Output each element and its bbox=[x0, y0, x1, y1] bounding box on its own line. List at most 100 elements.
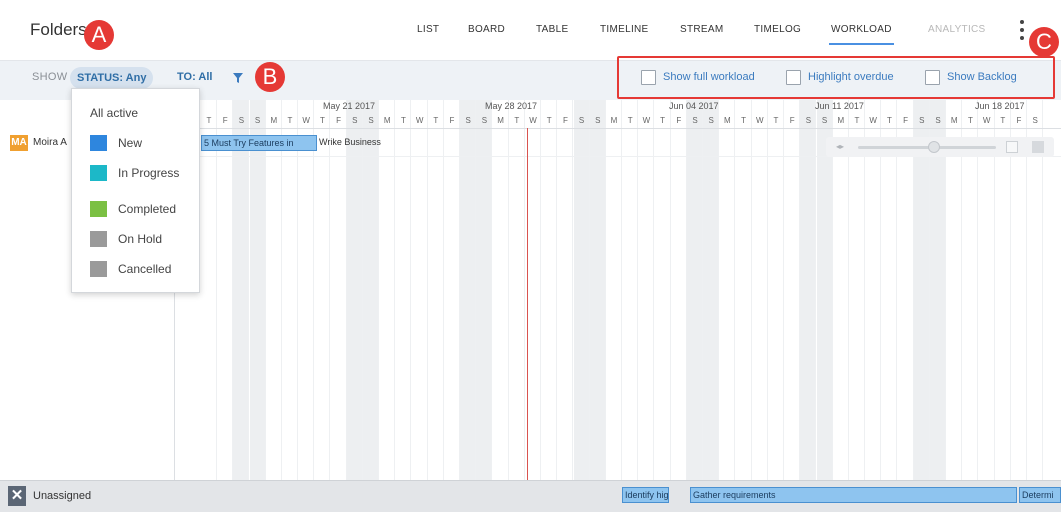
task-bar[interactable]: Determi bbox=[1019, 487, 1061, 503]
day-label: F bbox=[676, 116, 682, 125]
task-bar[interactable]: Identify high... bbox=[622, 487, 669, 503]
day-label: W bbox=[302, 116, 310, 125]
tab-table[interactable]: TABLE bbox=[536, 24, 568, 35]
checkbox-box[interactable] bbox=[786, 70, 801, 85]
day-column bbox=[412, 100, 428, 480]
callout-c: C bbox=[1029, 27, 1059, 57]
day-column bbox=[719, 100, 736, 480]
status-option-completed[interactable]: Completed bbox=[72, 199, 200, 221]
day-label: F bbox=[562, 116, 568, 125]
assignee-name[interactable]: Moira A bbox=[33, 137, 67, 148]
day-column bbox=[800, 100, 817, 480]
day-column bbox=[346, 100, 363, 480]
tab-list[interactable]: LIST bbox=[417, 24, 439, 35]
fit-view-button[interactable] bbox=[1006, 141, 1018, 153]
show-full-workload-checkbox[interactable]: Show full workload bbox=[641, 70, 801, 86]
zoom-control: ◂▸ bbox=[826, 137, 1054, 157]
close-x-icon[interactable]: ✕ bbox=[8, 486, 26, 506]
status-option-cancelled[interactable]: Cancelled bbox=[72, 259, 200, 281]
status-option-on-hold[interactable]: On Hold bbox=[72, 229, 200, 251]
tab-workload[interactable]: WORKLOAD bbox=[829, 24, 894, 45]
status-color-swatch bbox=[90, 135, 107, 151]
status-dropdown: All active New In Progress Completed On … bbox=[71, 88, 200, 293]
day-label: S bbox=[238, 116, 245, 125]
task-bar[interactable]: Gather requirements bbox=[690, 487, 1017, 503]
day-label: M bbox=[837, 116, 845, 125]
day-column bbox=[816, 100, 833, 480]
status-option-new[interactable]: New bbox=[72, 133, 200, 155]
day-column bbox=[331, 100, 347, 480]
task-title-overflow: Wrike Business bbox=[319, 137, 381, 147]
show-backlog-checkbox[interactable]: Show Backlog bbox=[925, 70, 1045, 86]
week-label: Jun 04 2017 bbox=[669, 101, 719, 111]
status-color-swatch bbox=[90, 261, 107, 277]
status-option-in-progress[interactable]: In Progress bbox=[72, 163, 200, 185]
status-option-label: Completed bbox=[118, 202, 177, 216]
zoom-slider-handle[interactable] bbox=[927, 141, 940, 153]
day-column bbox=[249, 100, 266, 480]
day-label: S bbox=[919, 116, 925, 125]
tab-analytics[interactable]: ANALYTICS bbox=[928, 24, 986, 35]
day-label: T bbox=[660, 116, 666, 125]
day-label: T bbox=[319, 116, 325, 125]
day-column bbox=[930, 100, 946, 480]
zoom-icon: ◂▸ bbox=[836, 142, 845, 151]
status-filter-button[interactable]: STATUS: Any bbox=[70, 67, 154, 89]
day-column bbox=[1011, 100, 1027, 480]
day-column bbox=[638, 100, 655, 480]
day-column bbox=[622, 100, 639, 480]
tab-stream[interactable]: STREAM bbox=[680, 24, 723, 35]
unassigned-label: Unassigned bbox=[33, 490, 92, 502]
day-label: M bbox=[610, 116, 618, 125]
callout-a: A bbox=[84, 20, 114, 50]
day-label: S bbox=[708, 116, 714, 125]
avatar[interactable]: MA bbox=[10, 135, 28, 151]
show-label: SHOW bbox=[32, 71, 68, 83]
day-label: T bbox=[433, 116, 439, 125]
kebab-vertical-icon[interactable] bbox=[1018, 20, 1026, 42]
checkbox-box[interactable] bbox=[641, 70, 656, 85]
day-label: F bbox=[1016, 116, 1022, 125]
day-column bbox=[493, 100, 509, 480]
tab-board[interactable]: BOARD bbox=[468, 24, 505, 35]
week-label: Jun 11 2017 bbox=[815, 101, 864, 111]
day-label: F bbox=[789, 116, 795, 125]
day-label: S bbox=[935, 116, 941, 125]
day-column bbox=[784, 100, 801, 480]
day-column bbox=[979, 100, 995, 480]
highlight-overdue-checkbox[interactable]: Highlight overdue bbox=[786, 70, 926, 86]
day-label: S bbox=[1032, 116, 1038, 125]
day-label: M bbox=[270, 116, 278, 125]
day-label: S bbox=[368, 116, 374, 125]
day-label: S bbox=[805, 116, 812, 125]
day-label: F bbox=[903, 116, 909, 125]
day-column bbox=[428, 100, 444, 480]
day-label: S bbox=[692, 116, 698, 125]
day-column bbox=[589, 100, 606, 480]
funnel-icon[interactable] bbox=[232, 72, 244, 84]
day-column bbox=[962, 100, 979, 480]
day-label: T bbox=[886, 116, 892, 125]
status-option-label: Cancelled bbox=[118, 262, 172, 276]
day-column bbox=[541, 100, 558, 480]
tab-timelog[interactable]: TIMELOG bbox=[754, 24, 801, 35]
checkbox-box[interactable] bbox=[925, 70, 940, 85]
header-divider bbox=[175, 128, 1061, 129]
day-column bbox=[444, 100, 460, 480]
fullscreen-button[interactable] bbox=[1032, 141, 1044, 153]
day-column bbox=[298, 100, 315, 480]
day-column bbox=[687, 100, 703, 480]
status-option-all-active[interactable]: All active bbox=[90, 106, 138, 120]
day-column bbox=[379, 100, 396, 480]
day-column bbox=[849, 100, 865, 480]
day-column bbox=[995, 100, 1011, 480]
day-label: F bbox=[336, 116, 342, 125]
day-column bbox=[201, 100, 217, 480]
task-bar[interactable]: 5 Must Try Features in bbox=[201, 135, 317, 151]
day-label: T bbox=[967, 116, 973, 125]
assignee-filter-button[interactable]: TO: All bbox=[177, 71, 212, 83]
day-label: W bbox=[529, 116, 537, 125]
tab-timeline[interactable]: TIMELINE bbox=[600, 24, 649, 35]
day-label: T bbox=[854, 116, 860, 125]
today-marker bbox=[527, 128, 528, 480]
